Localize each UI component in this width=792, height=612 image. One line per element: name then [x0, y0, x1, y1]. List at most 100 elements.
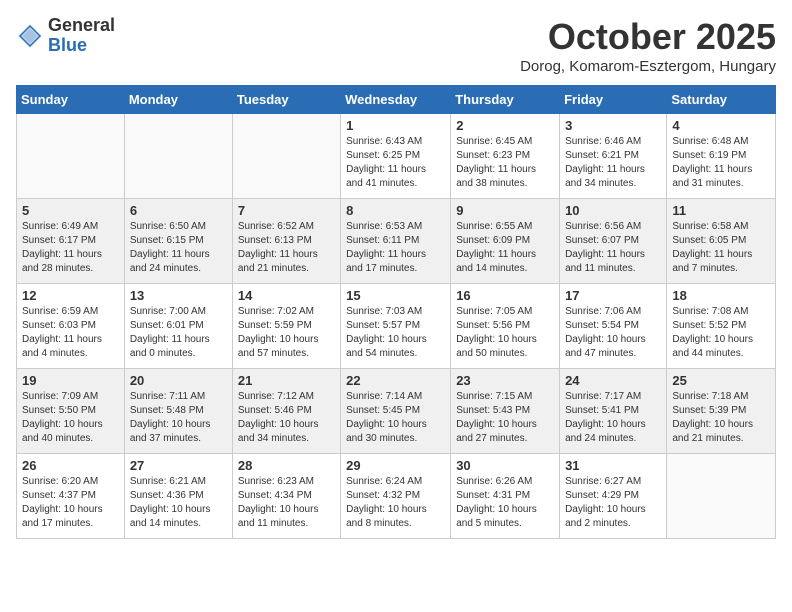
day-info: Sunrise: 6:52 AM Sunset: 6:13 PM Dayligh… — [238, 220, 335, 276]
day-number: 13 — [130, 288, 227, 303]
day-number: 20 — [130, 373, 227, 388]
calendar-cell — [667, 454, 776, 539]
day-info: Sunrise: 7:15 AM Sunset: 5:43 PM Dayligh… — [456, 390, 554, 446]
calendar-cell: 4Sunrise: 6:48 AM Sunset: 6:19 PM Daylig… — [667, 114, 776, 199]
title-section: October 2025 Dorog, Komarom-Esztergom, H… — [520, 16, 776, 75]
calendar-cell: 11 Sunrise: 6:58 AM Sunset: 6:05 PM Dayli… — [667, 199, 776, 284]
day-info: Sunrise: 6:58 AM Sunset: 6:05 PM Dayligh… — [672, 220, 770, 276]
weekday-header-thursday: Thursday — [451, 86, 560, 114]
day-number: 22 — [346, 373, 445, 388]
calendar-table: SundayMondayTuesdayWednesdayThursdayFrid… — [16, 85, 776, 539]
calendar-cell: 21Sunrise: 7:12 AM Sunset: 5:46 PM Dayli… — [232, 369, 340, 454]
day-info: Sunrise: 7:06 AM Sunset: 5:54 PM Dayligh… — [565, 305, 661, 361]
calendar-cell: 15 Sunrise: 7:03 AM Sunset: 5:57 PM Dayli… — [341, 284, 451, 369]
day-number: 27 — [130, 458, 227, 473]
calendar-cell: 17 Sunrise: 7:06 AM Sunset: 5:54 PM Dayli… — [560, 284, 667, 369]
day-number: 28 — [238, 458, 335, 473]
calendar-cell: 7 Sunrise: 6:52 AM Sunset: 6:13 PM Daylig… — [232, 199, 340, 284]
calendar-week-5: 26 Sunrise: 6:20 AM Sunset: 4:37 PM Dayli… — [17, 454, 776, 539]
day-number: 3 — [565, 118, 661, 133]
calendar-cell: 31 Sunrise: 6:27 AM Sunset: 4:29 PM Dayli… — [560, 454, 667, 539]
calendar-week-1: 1Sunrise: 6:43 AM Sunset: 6:25 PM Daylig… — [17, 114, 776, 199]
day-number: 23 — [456, 373, 554, 388]
day-number: 4 — [672, 118, 770, 133]
day-info: Sunrise: 7:08 AM Sunset: 5:52 PM Dayligh… — [672, 305, 770, 361]
day-info: Sunrise: 6:46 AM Sunset: 6:21 PM Dayligh… — [565, 135, 661, 191]
day-info: Sunrise: 6:59 AM Sunset: 6:03 PM Dayligh… — [22, 305, 119, 361]
day-number: 25 — [672, 373, 770, 388]
day-number: 17 — [565, 288, 661, 303]
day-number: 18 — [672, 288, 770, 303]
calendar-cell: 5 Sunrise: 6:49 AM Sunset: 6:17 PM Daylig… — [17, 199, 125, 284]
calendar-cell: 23 Sunrise: 7:15 AM Sunset: 5:43 PM Dayli… — [451, 369, 560, 454]
day-info: Sunrise: 6:45 AM Sunset: 6:23 PM Dayligh… — [456, 135, 554, 191]
weekday-header-tuesday: Tuesday — [232, 86, 340, 114]
weekday-header-monday: Monday — [124, 86, 232, 114]
day-info: Sunrise: 7:17 AM Sunset: 5:41 PM Dayligh… — [565, 390, 661, 446]
day-number: 29 — [346, 458, 445, 473]
day-info: Sunrise: 6:20 AM Sunset: 4:37 PM Dayligh… — [22, 475, 119, 531]
calendar-cell: 27Sunrise: 6:21 AM Sunset: 4:36 PM Dayli… — [124, 454, 232, 539]
day-info: Sunrise: 6:26 AM Sunset: 4:31 PM Dayligh… — [456, 475, 554, 531]
calendar-cell: 10Sunrise: 6:56 AM Sunset: 6:07 PM Dayli… — [560, 199, 667, 284]
calendar-cell — [17, 114, 125, 199]
calendar-week-3: 12 Sunrise: 6:59 AM Sunset: 6:03 PM Dayli… — [17, 284, 776, 369]
day-info: Sunrise: 6:24 AM Sunset: 4:32 PM Dayligh… — [346, 475, 445, 531]
calendar-cell: 2 Sunrise: 6:45 AM Sunset: 6:23 PM Daylig… — [451, 114, 560, 199]
calendar-cell — [232, 114, 340, 199]
day-info: Sunrise: 7:12 AM Sunset: 5:46 PM Dayligh… — [238, 390, 335, 446]
calendar-cell: 16 Sunrise: 7:05 AM Sunset: 5:56 PM Dayli… — [451, 284, 560, 369]
calendar-cell: 13Sunrise: 7:00 AM Sunset: 6:01 PM Dayli… — [124, 284, 232, 369]
calendar-week-4: 19Sunrise: 7:09 AM Sunset: 5:50 PM Dayli… — [17, 369, 776, 454]
calendar-cell: 22 Sunrise: 7:14 AM Sunset: 5:45 PM Dayli… — [341, 369, 451, 454]
day-info: Sunrise: 6:23 AM Sunset: 4:34 PM Dayligh… — [238, 475, 335, 531]
calendar-cell: 28 Sunrise: 6:23 AM Sunset: 4:34 PM Dayli… — [232, 454, 340, 539]
day-number: 19 — [22, 373, 119, 388]
calendar-cell — [124, 114, 232, 199]
day-number: 11 — [672, 203, 770, 218]
day-info: Sunrise: 6:49 AM Sunset: 6:17 PM Dayligh… — [22, 220, 119, 276]
day-number: 7 — [238, 203, 335, 218]
day-info: Sunrise: 7:18 AM Sunset: 5:39 PM Dayligh… — [672, 390, 770, 446]
day-info: Sunrise: 7:14 AM Sunset: 5:45 PM Dayligh… — [346, 390, 445, 446]
calendar-week-2: 5 Sunrise: 6:49 AM Sunset: 6:17 PM Daylig… — [17, 199, 776, 284]
day-number: 5 — [22, 203, 119, 218]
day-number: 16 — [456, 288, 554, 303]
calendar-cell: 14 Sunrise: 7:02 AM Sunset: 5:59 PM Dayli… — [232, 284, 340, 369]
day-number: 12 — [22, 288, 119, 303]
logo-icon — [16, 22, 44, 50]
calendar-header: SundayMondayTuesdayWednesdayThursdayFrid… — [17, 86, 776, 114]
page-header: General Blue October 2025 Dorog, Komarom… — [16, 16, 776, 75]
day-number: 6 — [130, 203, 227, 218]
weekday-header-wednesday: Wednesday — [341, 86, 451, 114]
day-number: 10 — [565, 203, 661, 218]
day-number: 30 — [456, 458, 554, 473]
calendar-cell: 25 Sunrise: 7:18 AM Sunset: 5:39 PM Dayli… — [667, 369, 776, 454]
logo: General Blue — [16, 16, 115, 56]
weekday-header-friday: Friday — [560, 86, 667, 114]
calendar-cell: 19Sunrise: 7:09 AM Sunset: 5:50 PM Dayli… — [17, 369, 125, 454]
day-info: Sunrise: 7:05 AM Sunset: 5:56 PM Dayligh… — [456, 305, 554, 361]
day-number: 2 — [456, 118, 554, 133]
day-number: 31 — [565, 458, 661, 473]
calendar-cell: 30 Sunrise: 6:26 AM Sunset: 4:31 PM Dayli… — [451, 454, 560, 539]
day-info: Sunrise: 7:02 AM Sunset: 5:59 PM Dayligh… — [238, 305, 335, 361]
calendar-cell: 12 Sunrise: 6:59 AM Sunset: 6:03 PM Dayli… — [17, 284, 125, 369]
day-number: 8 — [346, 203, 445, 218]
day-info: Sunrise: 6:50 AM Sunset: 6:15 PM Dayligh… — [130, 220, 227, 276]
day-number: 26 — [22, 458, 119, 473]
calendar-cell: 9Sunrise: 6:55 AM Sunset: 6:09 PM Daylig… — [451, 199, 560, 284]
day-info: Sunrise: 6:53 AM Sunset: 6:11 PM Dayligh… — [346, 220, 445, 276]
calendar-cell: 1Sunrise: 6:43 AM Sunset: 6:25 PM Daylig… — [341, 114, 451, 199]
day-info: Sunrise: 7:03 AM Sunset: 5:57 PM Dayligh… — [346, 305, 445, 361]
calendar-cell: 29 Sunrise: 6:24 AM Sunset: 4:32 PM Dayli… — [341, 454, 451, 539]
day-info: Sunrise: 7:11 AM Sunset: 5:48 PM Dayligh… — [130, 390, 227, 446]
day-info: Sunrise: 6:27 AM Sunset: 4:29 PM Dayligh… — [565, 475, 661, 531]
day-number: 15 — [346, 288, 445, 303]
calendar-cell: 18 Sunrise: 7:08 AM Sunset: 5:52 PM Dayli… — [667, 284, 776, 369]
day-number: 24 — [565, 373, 661, 388]
day-number: 14 — [238, 288, 335, 303]
day-info: Sunrise: 6:55 AM Sunset: 6:09 PM Dayligh… — [456, 220, 554, 276]
day-number: 1 — [346, 118, 445, 133]
calendar-cell: 6 Sunrise: 6:50 AM Sunset: 6:15 PM Daylig… — [124, 199, 232, 284]
